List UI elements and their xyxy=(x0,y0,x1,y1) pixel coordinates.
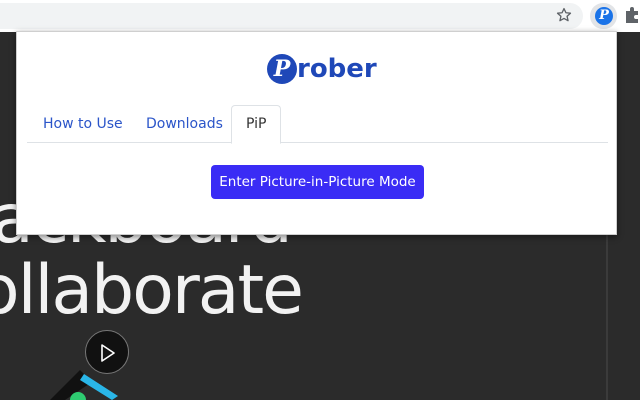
tab-pip[interactable]: PiP xyxy=(231,105,282,144)
brand-name: rober xyxy=(297,54,377,84)
puzzle-icon[interactable] xyxy=(624,6,640,24)
tab-bar: How to Use Downloads PiP xyxy=(27,105,608,144)
tab-downloads[interactable]: Downloads xyxy=(132,105,237,143)
prober-logo-icon: P xyxy=(267,54,297,84)
background-headline-2: ollaborate xyxy=(0,251,304,330)
address-bar[interactable] xyxy=(0,3,583,29)
browser-toolbar: P xyxy=(0,0,640,32)
prober-extension-button[interactable]: P xyxy=(590,3,617,29)
decorative-illustration xyxy=(50,370,118,400)
star-icon[interactable] xyxy=(555,6,573,24)
prober-popup: P rober How to Use Downloads PiP Enter P… xyxy=(16,31,617,235)
enter-pip-button[interactable]: Enter Picture-in-Picture Mode xyxy=(211,165,424,199)
tab-how-to-use[interactable]: How to Use xyxy=(29,105,137,143)
prober-logo-icon: P xyxy=(595,7,613,25)
